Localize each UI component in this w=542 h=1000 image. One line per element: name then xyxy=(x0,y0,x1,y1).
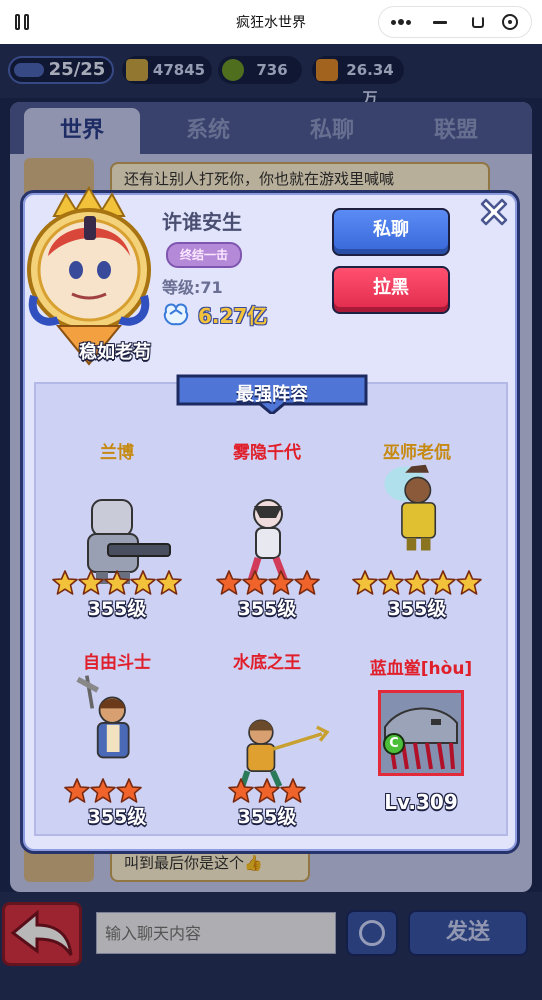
title-badge: 终结一击 xyxy=(166,242,242,268)
hero-stars xyxy=(216,570,366,596)
star-icon xyxy=(280,778,306,803)
star-icon xyxy=(90,778,116,803)
star-icon xyxy=(456,570,482,595)
pet-name: 蓝血鲎[hòu] xyxy=(369,659,473,679)
pet-grade-badge: C xyxy=(383,733,405,755)
player-level: 等级:71 xyxy=(162,278,223,297)
more-icon[interactable] xyxy=(383,7,421,37)
player-nickname: 稳如老苟 xyxy=(79,342,151,363)
hero-name: 雾隐千代 xyxy=(233,443,301,463)
star-icon xyxy=(242,570,268,595)
star-icon xyxy=(156,570,182,595)
star-icon xyxy=(254,778,280,803)
hero-name: 水底之王 xyxy=(233,653,301,673)
player-name: 许谁安生 xyxy=(162,210,242,234)
star-icon xyxy=(228,778,254,803)
star-icon xyxy=(294,570,320,595)
star-icon xyxy=(64,778,90,803)
close-button[interactable] xyxy=(474,192,514,232)
menu-capsule xyxy=(378,6,532,38)
star-icon xyxy=(116,778,142,803)
star-icon xyxy=(216,570,242,595)
power-icon xyxy=(163,303,189,326)
private-chat-button[interactable]: 私聊 xyxy=(332,208,450,256)
hero-level: 355级 xyxy=(237,806,297,828)
star-icon xyxy=(52,570,78,595)
hero-level: 355级 xyxy=(87,598,147,620)
hero-stars xyxy=(352,570,502,596)
mini-program-navbar: 疯狂水世界 xyxy=(0,0,542,44)
star-icon xyxy=(404,570,430,595)
block-button[interactable]: 拉黑 xyxy=(332,266,450,314)
hero-name: 兰博 xyxy=(100,443,134,463)
star-icon xyxy=(430,570,456,595)
hero-stars xyxy=(52,570,202,596)
lineup-title: 最强阵容 xyxy=(236,384,308,405)
hero-sprite-wizard[interactable] xyxy=(362,460,472,560)
hero-name: 自由斗士 xyxy=(83,653,151,673)
close-icon xyxy=(480,198,508,226)
hero-level: 355级 xyxy=(237,598,297,620)
float-window-icon[interactable] xyxy=(459,7,497,37)
pet-card[interactable]: C xyxy=(378,690,464,776)
star-icon xyxy=(104,570,130,595)
star-icon xyxy=(378,570,404,595)
star-icon xyxy=(130,570,156,595)
minimize-icon[interactable] xyxy=(421,7,459,37)
close-app-icon[interactable] xyxy=(493,7,531,37)
hero-stars xyxy=(64,778,214,804)
pet-level: Lv.309 xyxy=(384,790,458,814)
hero-level: 355级 xyxy=(387,598,447,620)
combat-power: 6.27亿 xyxy=(198,304,268,328)
hero-sprite-freedom-fighter[interactable] xyxy=(60,672,170,772)
star-icon xyxy=(78,570,104,595)
star-icon xyxy=(352,570,378,595)
hero-level: 355级 xyxy=(87,806,147,828)
star-icon xyxy=(268,570,294,595)
